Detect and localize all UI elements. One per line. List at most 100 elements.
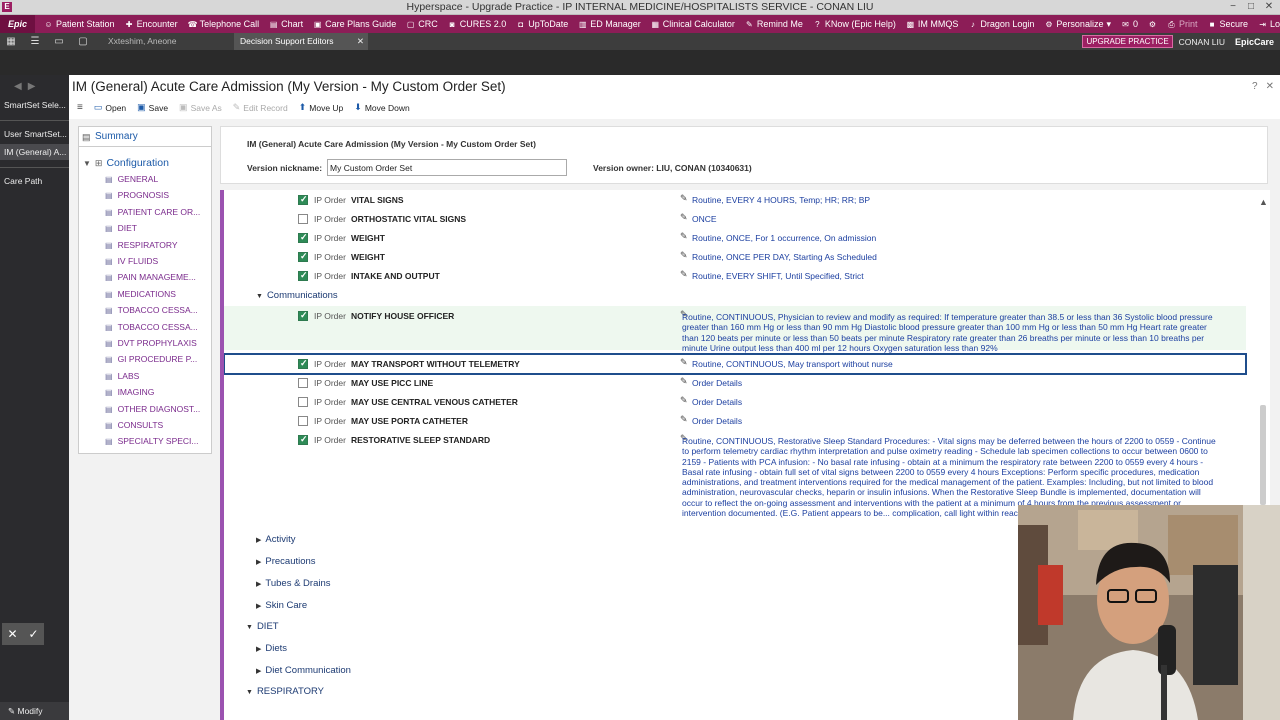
order-row[interactable]: IP Order WEIGHT ✎ Routine, ONCE, For 1 occu… [224,228,1246,246]
toolbar-encounter[interactable]: ✚ Encounter [120,19,183,29]
order-checkbox[interactable] [298,397,308,407]
calendar-icon[interactable]: ▦ [4,35,18,48]
maximize-button[interactable]: □ [1242,0,1260,14]
order-row[interactable]: IP Order MAY USE PORTA CATHETER ✎ Order Det… [224,411,1246,429]
nav-item[interactable]: ▤ PATIENT CARE OR... [105,205,210,220]
order-details[interactable]: Order Details [692,416,742,426]
toolbar-crc[interactable]: ▢ CRC [401,19,443,29]
order-row[interactable]: IP Order VITAL SIGNS ✎ Routine, EVERY 4 HOU… [224,190,1246,208]
nav-summary[interactable]: ▤ Summary [79,127,211,147]
pencil-icon[interactable]: ✎ [680,231,688,242]
rail-item-smartset-select[interactable]: SmartSet Sele... [0,97,69,113]
group-activity[interactable]: ▶ Activity [256,534,295,545]
pencil-icon[interactable]: ✎ [680,250,688,261]
toolbar-telephone-call[interactable]: ☎ Telephone Call [183,19,265,29]
toolbar-dragon-login[interactable]: ♪ Dragon Login [963,19,1039,29]
nav-item[interactable]: ▤ GI PROCEDURE P... [105,352,210,367]
order-row[interactable]: IP Order ORTHOSTATIC VITAL SIGNS ✎ ONCE [224,209,1246,227]
order-checkbox[interactable] [298,232,308,243]
toolbar-mail[interactable]: ✉ 0 [1116,19,1143,29]
nav-item[interactable]: ▤ SPECIALTY SPECI... [105,434,210,449]
close-icon[interactable]: ✕ [1266,81,1274,92]
back-forward-arrows[interactable]: ◀▶ [14,81,41,92]
nav-item[interactable]: ▤ OTHER DIAGNOST... [105,402,210,417]
toolbar-personalize[interactable]: ⚙ Personalize ▾ [1039,19,1116,30]
close-window-button[interactable]: ✕ [1260,0,1278,14]
toolbar-know-help[interactable]: ? KNow (Epic Help) [808,19,901,29]
chat-icon[interactable]: ▢ [76,35,90,48]
nav-item[interactable]: ▤ MEDICATIONS [105,287,210,302]
epic-logo[interactable]: Epic [0,15,36,33]
open-button[interactable]: ▭ Open [94,102,126,113]
pencil-icon[interactable]: ✎ [680,357,688,368]
nav-item[interactable]: ▤ PAIN MANAGEME... [105,270,210,285]
order-details[interactable]: Routine, ONCE, For 1 occurrence, On admi… [692,233,876,243]
move-up-button[interactable]: ⬆ Move Up [299,102,344,113]
order-checkbox[interactable] [298,194,308,205]
tab-patient[interactable]: Xxteshim, Aneone [102,33,232,50]
pencil-icon[interactable]: ✎ [680,193,688,204]
group-diet-communication[interactable]: ▶ Diet Communication [256,665,351,676]
tab-decision-support-editors[interactable]: Decision Support Editors ✕ [234,33,368,50]
order-details[interactable]: Routine, CONTINUOUS, May transport witho… [692,359,893,369]
close-icon[interactable]: ✕ [2,623,23,645]
window-icon[interactable]: ▭ [52,35,66,48]
toolbar-clinical-calculator[interactable]: ▦ Clinical Calculator [646,19,740,29]
pencil-icon[interactable]: ✎ [680,395,688,406]
group-communications[interactable]: ▼ Communications [256,290,338,301]
order-checkbox[interactable] [298,214,308,224]
pencil-icon[interactable]: ✎ [680,414,688,425]
order-details[interactable]: Order Details [692,397,742,407]
move-down-button[interactable]: ⬇ Move Down [354,102,409,113]
toolbar-chart[interactable]: ▤ Chart [264,19,308,29]
rail-item-im-general[interactable]: IM (General) A... [0,144,69,160]
toolbar-im-mmqs[interactable]: ▩ IM MMQS [901,19,964,29]
toolbar-settings[interactable]: ⚙ [1143,20,1162,29]
section-respiratory[interactable]: ▼ RESPIRATORY [246,686,324,697]
menu-icon[interactable]: ≡ [77,102,83,113]
order-details[interactable]: Order Details [692,378,742,388]
order-details[interactable]: Routine, CONTINUOUS, Physician to review… [682,312,1222,353]
toolbar-cures[interactable]: ◙ CURES 2.0 [443,19,512,29]
order-checkbox[interactable] [298,416,308,426]
order-details[interactable]: Routine, EVERY SHIFT, Until Specified, S… [692,271,864,281]
list-icon[interactable]: ☰ [28,35,42,48]
order-checkbox[interactable] [298,358,308,369]
rail-item-care-path[interactable]: Care Path [0,173,69,189]
save-as-button[interactable]: ▣ Save As [179,102,222,113]
toolbar-care-plans-guide[interactable]: ▣ Care Plans Guide [308,19,401,29]
edit-record-button[interactable]: ✎ Edit Record [233,102,288,113]
order-details[interactable]: ONCE [692,214,717,224]
nav-item[interactable]: ▤ RESPIRATORY [105,238,210,253]
toolbar-logout[interactable]: ⇥Log Out [1253,19,1280,29]
toolbar-print[interactable]: ⎙ Print [1162,19,1203,29]
order-checkbox[interactable] [298,270,308,281]
order-details[interactable]: Routine, ONCE PER DAY, Starting As Sched… [692,252,877,262]
pencil-icon[interactable]: ✎ [680,376,688,387]
order-row[interactable]: IP Order MAY USE CENTRAL VENOUS CATHETER ✎… [224,392,1246,410]
group-tubes-drains[interactable]: ▶ Tubes & Drains [256,578,331,589]
nickname-field[interactable] [327,159,567,176]
order-row[interactable]: IP OrderNOTIFY HOUSE OFFICER✎Routine, CO… [224,306,1246,353]
scroll-thumb[interactable] [1260,405,1266,505]
order-row[interactable]: IP Order WEIGHT ✎ Routine, ONCE PER DAY, St… [224,247,1246,265]
scroll-up-icon[interactable]: ▲ [1259,197,1268,207]
nav-item[interactable]: ▤ IMAGING [105,385,210,400]
pencil-icon[interactable]: ✎ [680,269,688,280]
group-diets[interactable]: ▶ Diets [256,643,287,654]
save-button[interactable]: ▣ Save [137,102,168,113]
accept-icon[interactable]: ✓ [23,623,44,645]
minimize-button[interactable]: − [1224,0,1242,14]
order-checkbox[interactable] [298,251,308,262]
nav-item[interactable]: ▤ TOBACCO CESSA... [105,303,210,318]
order-details[interactable]: Routine, EVERY 4 HOURS, Temp; HR; RR; BP [692,195,870,205]
order-checkbox[interactable] [298,378,308,388]
order-row[interactable]: IP Order MAY TRANSPORT WITHOUT TELEMETRY ✎… [224,353,1247,375]
toolbar-remind-me[interactable]: ✎ Remind Me [740,19,808,29]
pencil-icon[interactable]: ✎ [680,212,688,223]
help-icon[interactable]: ? [1252,81,1258,92]
nav-item[interactable]: ▤ CONSULTS [105,418,210,433]
order-checkbox[interactable] [298,310,308,321]
group-skin-care[interactable]: ▶ Skin Care [256,600,307,611]
group-precautions[interactable]: ▶ Precautions [256,556,316,567]
